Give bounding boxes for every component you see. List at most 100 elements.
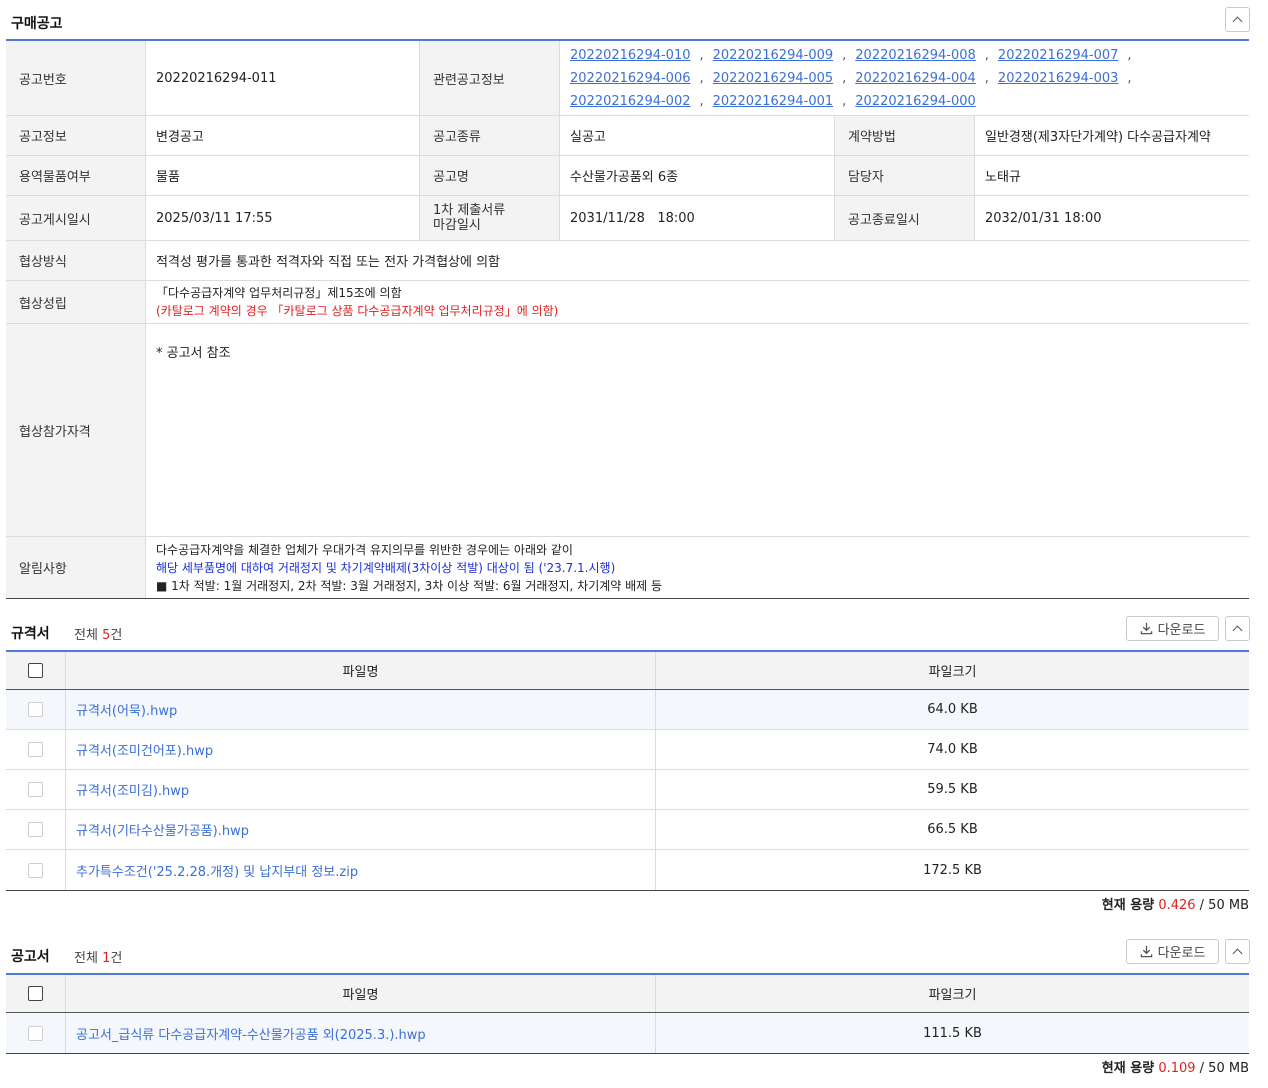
related-notice-link[interactable]: 20220216294-010 [570, 44, 691, 67]
value-end: 2032/01/31 18:00 [985, 210, 1102, 226]
download-label: 다운로드 [1157, 623, 1206, 638]
establish-line2: (카탈로그 계약의 경우 「카탈로그 상품 다수공급자계약 업무처리규정」에 의… [156, 304, 559, 318]
related-notice-link[interactable]: 20220216294-005 [713, 67, 834, 90]
label-method: 협상방식 [6, 241, 146, 280]
row-checkbox-cell [6, 810, 66, 849]
collapse-button[interactable] [1225, 616, 1250, 641]
value-notice: 다수공급자계약을 체결한 업체가 우대가격 유지의무를 위반한 경우에는 아래와… [146, 537, 1249, 598]
table-row: 공고서_급식류 다수공급자계약-수산물가공품 외(2025.3.).hwp 111… [6, 1013, 1249, 1053]
row-checkbox[interactable] [28, 1025, 43, 1041]
usage-total: / 50 MB [1199, 898, 1249, 913]
usage-value: 0.109 [1158, 1061, 1196, 1076]
select-all-checkbox[interactable] [28, 663, 43, 678]
download-icon [1140, 945, 1152, 958]
usage-value: 0.426 [1158, 898, 1196, 913]
related-notice-link[interactable]: 20220216294-002 [570, 90, 691, 113]
usage-label: 현재 용량 [1101, 898, 1155, 913]
file-count: 전체 1건 [74, 947, 122, 966]
spec-section-header: 규격서 전체 5건 다운로드 [6, 616, 1250, 646]
related-notice-link[interactable]: 20220216294-000 [855, 90, 976, 113]
value-deadline: 2031/11/28 18:00 [560, 196, 835, 240]
collapse-button[interactable] [1225, 939, 1250, 964]
table-header: 파일명 파일크기 [6, 652, 1249, 690]
label-contract-method: 계약방법 [835, 116, 975, 155]
label-posted: 공고게시일시 [6, 196, 146, 240]
related-notice-links: 20220216294-010, 20220216294-009, 20220216… [560, 41, 1249, 115]
value-notice-kind: 실공고 [560, 116, 835, 155]
file-link[interactable]: 공고서_급식류 다수공급자계약-수산물가공품 외(2025.3.).hwp [76, 1024, 426, 1043]
file-link[interactable]: 규격서(기타수산물가공품).hwp [76, 820, 249, 839]
download-label: 다운로드 [1157, 946, 1206, 961]
col-header-filesize: 파일크기 [928, 665, 977, 680]
value-qualification: * 공고서 참조 [156, 346, 231, 361]
link-separator: , [842, 93, 847, 109]
link-separator: , [699, 93, 704, 109]
related-notice-link[interactable]: 20220216294-001 [713, 90, 834, 113]
select-all-cell [6, 975, 66, 1012]
link-separator: , [1127, 47, 1132, 63]
count-suffix: 건 [110, 628, 123, 643]
file-link[interactable]: 규격서(조미건어포).hwp [76, 740, 213, 759]
download-button[interactable]: 다운로드 [1126, 939, 1219, 964]
value-notice-no: 20220216294-011 [146, 41, 420, 115]
section-title: 공고서 [11, 949, 50, 965]
row-checkbox[interactable] [28, 822, 43, 837]
row-checkbox-cell [6, 850, 66, 890]
value-goods: 물품 [146, 156, 420, 195]
row-checkbox-cell [6, 690, 66, 729]
value-method: 적격성 평가를 통과한 적격자와 직접 또는 전자 가격협상에 의함 [156, 255, 501, 270]
filesize-cell: 59.5 KB [927, 782, 978, 797]
filename-cell: 규격서(어묵).hwp [66, 690, 656, 729]
label-notice-info: 공고정보 [6, 116, 146, 155]
file-link[interactable]: 규격서(어묵).hwp [76, 700, 177, 719]
chevron-up-icon [1232, 948, 1243, 959]
link-separator: , [984, 70, 989, 86]
row-checkbox[interactable] [28, 782, 43, 797]
related-notice-link[interactable]: 20220216294-008 [855, 44, 976, 67]
label-related: 관련공고정보 [420, 41, 560, 115]
select-all-checkbox[interactable] [28, 986, 43, 1001]
label-manager: 담당자 [835, 156, 975, 195]
row-checkbox-cell [6, 1013, 66, 1053]
filename-cell: 규격서(조미건어포).hwp [66, 730, 656, 769]
notice-doc-rows: 공고서_급식류 다수공급자계약-수산물가공품 외(2025.3.).hwp 111… [6, 1013, 1249, 1053]
label-notice: 알림사항 [6, 537, 146, 598]
filesize-cell: 64.0 KB [927, 702, 978, 717]
col-header-filename: 파일명 [66, 975, 656, 1012]
value-notice-name: 수산물가공품외 6종 [560, 156, 835, 195]
chevron-up-icon [1232, 16, 1243, 27]
related-notice-link[interactable]: 20220216294-003 [998, 67, 1119, 90]
file-link[interactable]: 추가특수조건('25.2.28.개정) 및 납지부대 정보.zip [76, 861, 358, 880]
link-separator: , [699, 47, 704, 63]
count-prefix: 전체 [74, 951, 98, 966]
related-notice-link[interactable]: 20220216294-006 [570, 67, 691, 90]
row-checkbox[interactable] [28, 702, 43, 717]
link-separator: , [842, 70, 847, 86]
table-header: 파일명 파일크기 [6, 975, 1249, 1013]
file-link[interactable]: 규격서(조미김).hwp [76, 780, 189, 799]
filesize-cell: 66.5 KB [927, 822, 978, 837]
filesize-cell: 111.5 KB [923, 1025, 982, 1041]
table-row: 규격서(기타수산물가공품).hwp 66.5 KB [6, 810, 1249, 850]
download-button[interactable]: 다운로드 [1126, 616, 1219, 641]
row-checkbox[interactable] [28, 742, 43, 757]
related-notice-link[interactable]: 20220216294-009 [713, 44, 834, 67]
table-row: 추가특수조건('25.2.28.개정) 및 납지부대 정보.zip 172.5 K… [6, 850, 1249, 890]
link-separator: , [1127, 70, 1132, 86]
label-notice-kind: 공고종류 [420, 116, 560, 155]
row-checkbox[interactable] [28, 862, 43, 878]
purchase-section-header: 구매공고 [6, 6, 1250, 36]
filename-cell: 공고서_급식류 다수공급자계약-수산물가공품 외(2025.3.).hwp [66, 1013, 656, 1053]
filesize-cell: 74.0 KB [927, 742, 978, 757]
row-checkbox-cell [6, 770, 66, 809]
related-notice-link[interactable]: 20220216294-007 [998, 44, 1119, 67]
table-row: 규격서(조미건어포).hwp 74.0 KB [6, 730, 1249, 770]
usage-total: / 50 MB [1199, 1061, 1249, 1076]
label-notice-no: 공고번호 [6, 41, 146, 115]
link-separator: , [699, 70, 704, 86]
notice-line3: ■ 1차 적발: 1월 거래정지, 2차 적발: 3월 거래정지, 3차 이상 … [156, 578, 663, 593]
collapse-button[interactable] [1225, 7, 1250, 32]
table-row: 규격서(어묵).hwp 64.0 KB [6, 690, 1249, 730]
col-header-filesize: 파일크기 [928, 988, 977, 1003]
related-notice-link[interactable]: 20220216294-004 [855, 67, 976, 90]
